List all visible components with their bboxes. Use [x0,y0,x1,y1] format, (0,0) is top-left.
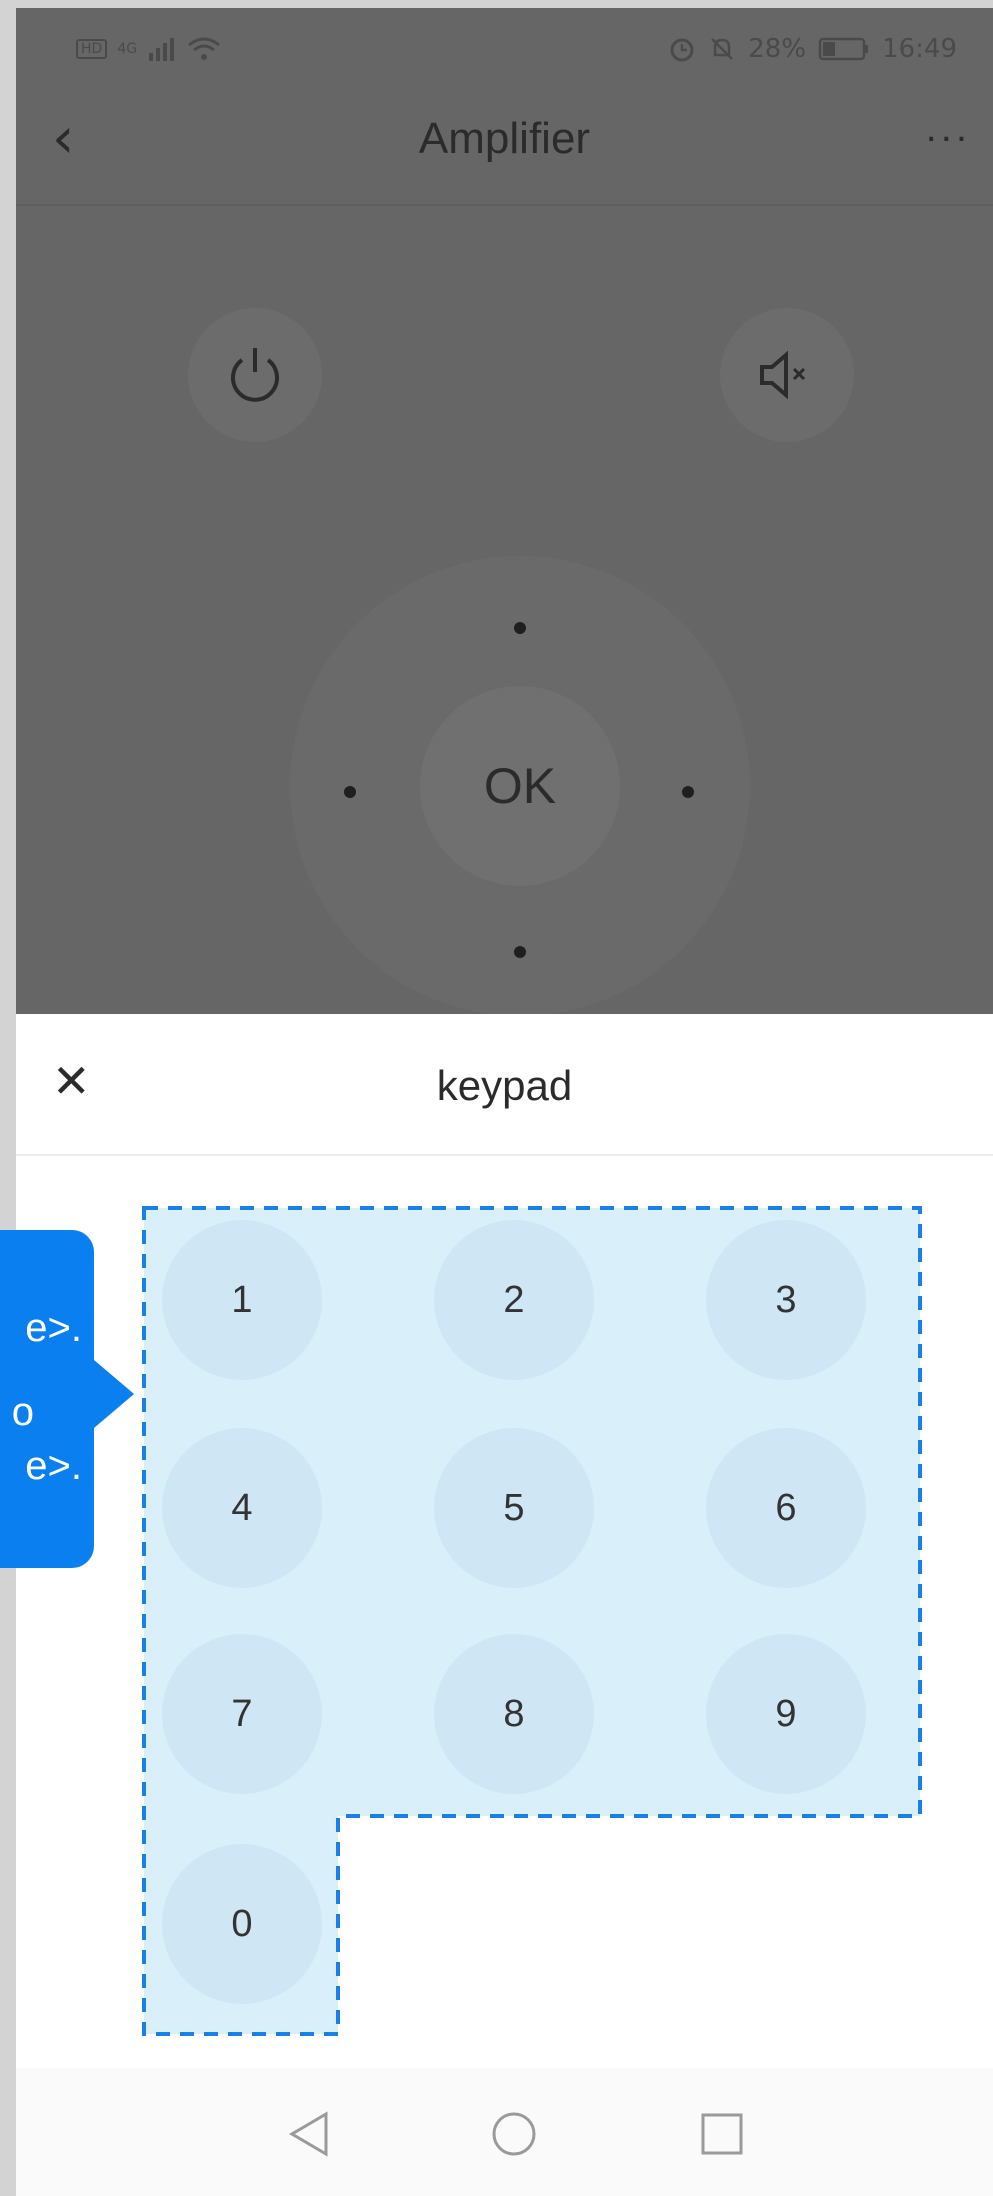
dpad-left-button[interactable] [344,786,356,798]
key-1[interactable]: 1 [162,1220,322,1380]
battery-percent: 28% [748,34,807,64]
status-bar: HD 4G 28% 16:49 [16,8,993,88]
mute-button[interactable] [720,308,854,442]
wifi-icon [188,37,221,60]
nav-recents-button[interactable] [692,2104,752,2164]
nav-back-button[interactable] [278,2104,338,2164]
dpad-down-button[interactable] [514,946,526,958]
top-nav: ‹ Amplifier ... [16,88,993,206]
signal-icon [149,38,175,61]
nav-home-button[interactable] [484,2104,544,2164]
alarm-icon [670,38,694,62]
tooltip-line-1: e>. [25,1306,82,1350]
keypad-title: keypad [436,1062,573,1109]
phone-screen: HD 4G 28% 16:49 ‹ Amplifier ... OK ✕ key… [16,8,993,2196]
keypad-header: ✕ keypad [16,1014,993,1156]
dpad-right-button[interactable] [682,786,694,798]
system-nav-bar [16,2068,993,2196]
square-recents-icon [701,2113,743,2155]
clock: 16:49 [882,34,957,64]
key-3[interactable]: 3 [706,1220,866,1380]
keypad-sheet: ✕ keypad 1 2 3 4 5 6 7 8 9 0 [16,1014,993,2196]
key-7[interactable]: 7 [162,1634,322,1794]
key-2[interactable]: 2 [434,1220,594,1380]
mute-bell-icon [711,38,734,60]
tooltip-bubble: e>. o e>. [0,1230,94,1568]
key-5[interactable]: 5 [434,1428,594,1588]
power-button[interactable] [188,308,322,442]
more-options-button[interactable]: ... [926,106,971,151]
key-9[interactable]: 9 [706,1634,866,1794]
remote-panel-dimmed: HD 4G 28% 16:49 ‹ Amplifier ... OK [16,8,993,1016]
ok-button[interactable]: OK [420,686,620,886]
key-6[interactable]: 6 [706,1428,866,1588]
network-label: 4G [117,41,138,57]
direction-pad: OK [290,556,750,1016]
key-0[interactable]: 0 [162,1844,322,2004]
tooltip-line-3: e>. [25,1444,82,1488]
dpad-up-button[interactable] [514,622,526,634]
speaker-mute-icon [760,350,806,400]
power-icon [231,348,279,402]
tooltip-line-2: o [11,1390,34,1434]
key-8[interactable]: 8 [434,1634,594,1794]
hd-icon: HD [76,39,108,59]
key-4[interactable]: 4 [162,1428,322,1588]
triangle-back-icon [289,2111,328,2157]
page-title: Amplifier [418,114,591,163]
tooltip-arrow [94,1360,134,1428]
battery-icon [818,37,869,61]
circle-home-icon [492,2112,536,2156]
